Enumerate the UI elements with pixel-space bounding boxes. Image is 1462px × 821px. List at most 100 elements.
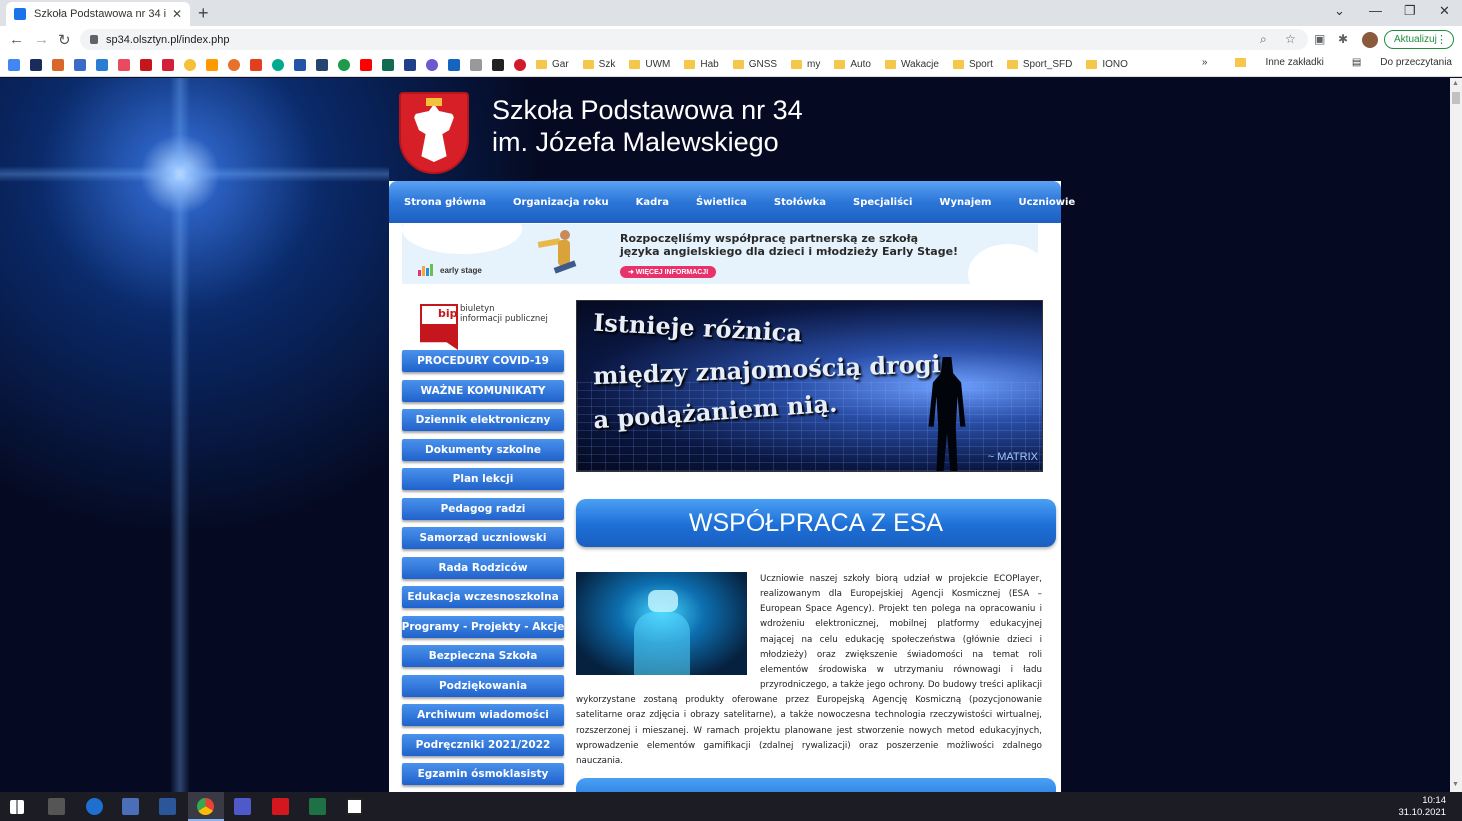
scroll-up-icon[interactable]: ▲: [1452, 80, 1459, 87]
youtube-bookmark-icon[interactable]: [360, 58, 372, 71]
bookmark-icon[interactable]: [52, 58, 64, 71]
bookmark-icon[interactable]: [228, 58, 240, 71]
word-icon[interactable]: [159, 798, 176, 815]
bookmark-folder[interactable]: IONO: [1086, 59, 1128, 70]
bookmark-folder[interactable]: Sport: [952, 59, 993, 70]
bookmark-icon[interactable]: [250, 58, 262, 71]
sidebar-item-bezpieczna[interactable]: Bezpieczna Szkoła: [402, 645, 564, 667]
nav-kadra[interactable]: Kadra: [636, 197, 669, 208]
main-nav: Strona główna Organizacja roku Kadra Świ…: [389, 181, 1075, 223]
sidebar-item-samorzad[interactable]: Samorząd uczniowski: [402, 527, 564, 549]
sidebar-item-edukacja[interactable]: Edukacja wczesnoszkolna: [402, 586, 564, 608]
amazon-bookmark-icon[interactable]: [206, 58, 218, 71]
bookmark-icon[interactable]: [404, 58, 416, 71]
nav-uczniowie[interactable]: Uczniowie: [1018, 197, 1075, 208]
bookmark-icon[interactable]: [338, 58, 350, 71]
bookmark-icon[interactable]: [426, 58, 438, 71]
bookmark-star-icon[interactable]: ☆: [1285, 32, 1296, 46]
windows-start-icon[interactable]: [10, 800, 24, 814]
nav-wynajem[interactable]: Wynajem: [939, 197, 991, 208]
more-info-button[interactable]: ➜ WIĘCEJ INFORMACJI: [620, 266, 717, 278]
bookmark-icon[interactable]: [470, 58, 482, 71]
sidebar-item-covid[interactable]: PROCEDURY COVID-19: [402, 350, 564, 372]
bookmark-icon[interactable]: [272, 58, 284, 71]
forward-icon[interactable]: →: [34, 31, 49, 48]
bookmark-icon[interactable]: [448, 58, 460, 71]
bookmark-folder[interactable]: Auto: [834, 59, 871, 70]
chrome-icon[interactable]: [197, 798, 214, 815]
bookmark-icon[interactable]: [514, 58, 526, 71]
address-bar[interactable]: sp34.olsztyn.pl/index.php: [80, 29, 1308, 50]
bookmark-folder[interactable]: UWM: [629, 59, 670, 70]
close-tab-icon[interactable]: ✕: [172, 7, 182, 21]
page-scrollbar[interactable]: ▲ ▼: [1450, 78, 1462, 792]
bookmark-icon[interactable]: [74, 58, 86, 71]
google-bookmark-icon[interactable]: [8, 58, 20, 71]
sidebar-item-plan-lekcji[interactable]: Plan lekcji: [402, 468, 564, 490]
acrobat-icon[interactable]: [272, 798, 289, 815]
bookmark-folder[interactable]: my: [791, 59, 820, 70]
nav-swietlica[interactable]: Świetlica: [696, 197, 747, 208]
back-icon[interactable]: ←: [9, 31, 24, 48]
sidebar-item-rada-rodzicow[interactable]: Rada Rodziców: [402, 556, 564, 579]
bookmark-icon[interactable]: [294, 58, 306, 71]
scroll-down-icon[interactable]: ▼: [1452, 781, 1459, 788]
excel-icon[interactable]: [309, 798, 326, 815]
app-icon[interactable]: [346, 798, 363, 815]
close-window-icon[interactable]: ✕: [1439, 3, 1450, 19]
bookmark-icon[interactable]: [118, 58, 130, 71]
menu-dots-icon[interactable]: ⋮: [1436, 33, 1447, 46]
more-bookmarks-button[interactable]: »: [1202, 57, 1208, 68]
system-clock[interactable]: 10:14 31.10.2021: [1398, 795, 1446, 819]
bookmark-icon[interactable]: [140, 58, 152, 71]
shield-bookmark-icon[interactable]: [30, 58, 42, 71]
minimize-icon[interactable]: —: [1369, 3, 1382, 18]
promo-banner[interactable]: early stage Rozpoczęliśmy współpracę par…: [402, 224, 1038, 284]
reading-list-button[interactable]: ▤ Do przeczytania: [1338, 57, 1452, 68]
browser-tab[interactable]: Szkoła Podstawowa nr 34 im. Józ ✕: [6, 2, 190, 26]
extension-icon[interactable]: ▣: [1314, 32, 1325, 46]
nav-home[interactable]: Strona główna: [404, 197, 486, 208]
bookmark-icon[interactable]: [492, 58, 504, 71]
bookmark-folder[interactable]: Gar: [536, 59, 569, 70]
sidebar-item-archiwum[interactable]: Archiwum wiadomości: [402, 704, 564, 726]
sidebar-item-dokumenty[interactable]: Dokumenty szkolne: [402, 438, 564, 461]
sidebar-item-dziennik[interactable]: Dziennik elektroniczny: [402, 409, 564, 431]
bookmark-folder[interactable]: GNSS: [732, 59, 777, 70]
zoom-icon[interactable]: ⌕: [1260, 32, 1267, 47]
bookmark-folder[interactable]: Szk: [582, 59, 615, 70]
nav-organizacja-roku[interactable]: Organizacja roku: [513, 197, 609, 208]
other-bookmarks-folder[interactable]: Inne zakładki: [1221, 57, 1324, 68]
sidebar-item-programy[interactable]: Programy - Projekty - Akcje: [402, 615, 564, 638]
folder-label: IONO: [1102, 59, 1128, 70]
profile-avatar[interactable]: [1362, 32, 1378, 48]
sidebar-item-egzamin[interactable]: Egzamin ósmoklasisty: [402, 763, 564, 785]
tab-search-icon[interactable]: ⌄: [1334, 3, 1345, 19]
reload-icon[interactable]: ↻: [58, 31, 71, 49]
save-disk-icon[interactable]: [122, 798, 139, 815]
bookmark-icon[interactable]: [162, 58, 174, 71]
bookmark-folder[interactable]: Hab: [684, 59, 719, 70]
sidebar-item-komunikaty[interactable]: WAŻNE KOMUNIKATY: [402, 379, 564, 402]
sidebar-item-podreczniki[interactable]: Podręczniki 2021/2022: [402, 733, 564, 756]
mail-icon[interactable]: [86, 798, 103, 815]
teams-icon[interactable]: [234, 798, 251, 815]
restore-icon[interactable]: ❐: [1404, 3, 1416, 19]
bookmark-icon[interactable]: [184, 58, 196, 71]
bookmark-icon[interactable]: [316, 58, 328, 71]
lock-icon: [90, 35, 98, 44]
update-button[interactable]: Aktualizuj ⋮: [1384, 30, 1454, 49]
bookmark-icon[interactable]: [382, 58, 394, 71]
new-tab-icon[interactable]: +: [198, 3, 209, 24]
puzzle-icon[interactable]: ✱: [1338, 32, 1348, 46]
word-bookmark-icon[interactable]: [96, 58, 108, 71]
scroll-thumb[interactable]: [1452, 92, 1460, 104]
bookmark-folder[interactable]: Sport_SFD: [1006, 59, 1072, 70]
bip-logo[interactable]: bip biuletyn informacji publicznej: [418, 304, 558, 350]
nav-specjalisci[interactable]: Specjaliści: [853, 197, 912, 208]
sidebar-item-pedagog[interactable]: Pedagog radzi: [402, 497, 564, 520]
task-view-icon[interactable]: [48, 798, 65, 815]
nav-stolowka[interactable]: Stołówka: [774, 197, 826, 208]
sidebar-item-podziekowania[interactable]: Podziękowania: [402, 674, 564, 697]
bookmark-folder[interactable]: Wakacje: [884, 59, 939, 70]
